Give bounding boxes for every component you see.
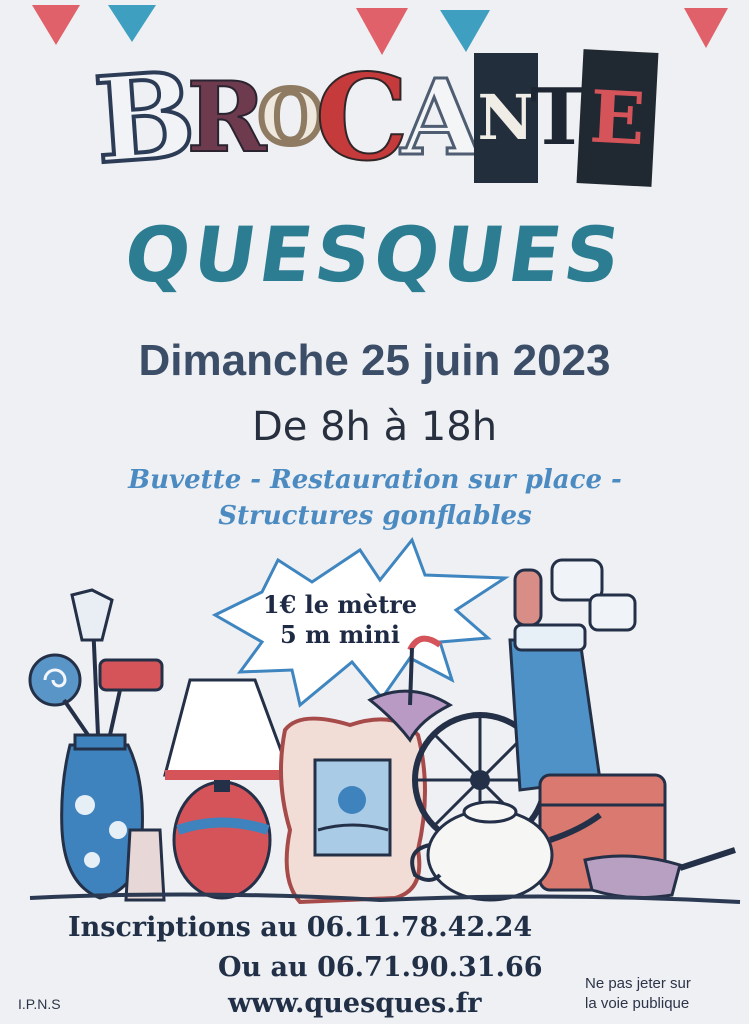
title-letter: O xyxy=(255,72,326,164)
lamp-icon xyxy=(163,678,293,900)
notice-line: Ne pas jeter sur xyxy=(585,975,691,992)
small-bottle-icon xyxy=(124,828,166,902)
registration-phone: Inscriptions au 06.11.78.42.24 xyxy=(68,912,533,943)
services-line: Structures gonflables xyxy=(218,501,532,531)
website-link: www.quesques.fr xyxy=(228,988,482,1019)
event-hours: De 8h à 18h xyxy=(251,404,498,450)
services-line: Buvette - Restauration sur place - xyxy=(128,465,622,495)
brocante-poster: B R O C A N T E QUESQUES Dimanche 25 jui… xyxy=(0,0,749,1024)
litter-notice: Ne pas jeter sur la voie publique xyxy=(585,974,691,1014)
title-letter: E xyxy=(576,48,659,187)
ipns-label: I.P.N.S xyxy=(18,996,61,1012)
title-letter: C xyxy=(314,47,410,187)
picture-frame-icon xyxy=(279,716,427,905)
title-letter: R xyxy=(186,60,268,175)
title-letter: A xyxy=(399,54,483,180)
title-letter: B xyxy=(88,42,201,192)
price-line: 1€ le mètre xyxy=(262,590,418,619)
event-date: Dimanche 25 juin 2023 xyxy=(138,336,611,385)
town-name: QUESQUES xyxy=(119,210,630,299)
price-badge: 1€ le mètre 5 m mini xyxy=(230,590,450,650)
price-line: 5 m mini xyxy=(280,620,400,649)
notice-line: la voie publique xyxy=(585,995,690,1012)
alternate-phone: Ou au 06.71.90.31.66 xyxy=(218,952,543,983)
bunting-flag-blue xyxy=(108,5,156,42)
title-letter: N xyxy=(473,52,539,183)
golf-bag-icon xyxy=(508,558,637,792)
services-text: Buvette - Restauration sur place - Struc… xyxy=(30,462,720,534)
flea-market-illustration xyxy=(28,536,741,905)
bunting-flag-red xyxy=(32,5,80,45)
brocante-title: B R O C A N T E xyxy=(20,40,730,195)
